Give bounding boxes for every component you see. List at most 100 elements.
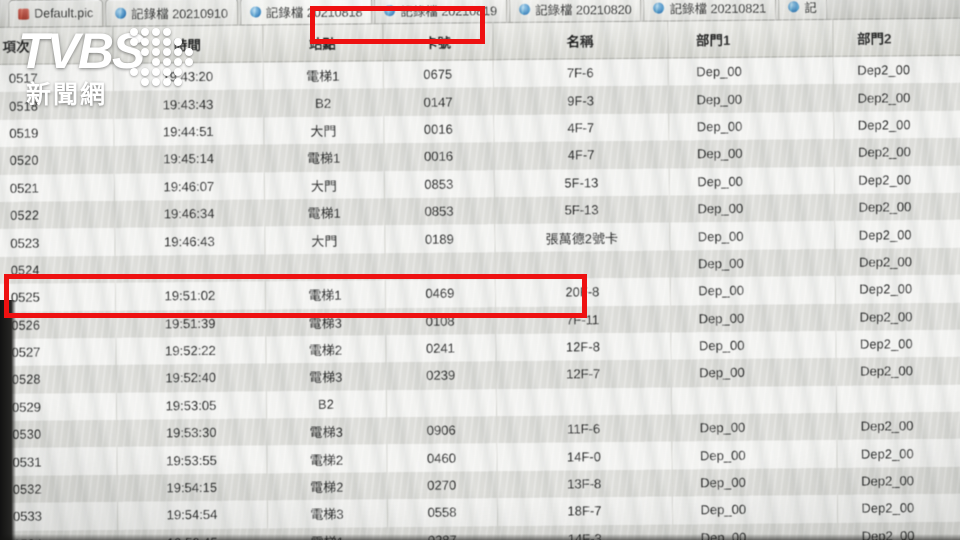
row-cell-time: 19:51:02	[114, 281, 266, 311]
row-cell-site: 大門	[263, 116, 384, 145]
row-cell-index: 0520	[0, 146, 114, 175]
tab-log-20210819[interactable]: 記錄檔 20210819	[374, 0, 508, 24]
row-cell-site: 大門	[264, 225, 385, 255]
row-cell-name: 5F-13	[493, 195, 670, 225]
row-cell-time: 19:43:43	[112, 89, 264, 119]
row-cell-site: 電梯1	[262, 60, 383, 90]
col-header-dept1[interactable]: 部門1	[667, 19, 833, 59]
row-cell-time: 19:46:07	[113, 171, 264, 201]
globe-icon	[384, 4, 396, 16]
row-cell-dept1: Dep_00	[671, 495, 838, 525]
row-cell-name: 18F-7	[496, 496, 673, 526]
row-cell-time: 19:56:45	[117, 528, 268, 540]
row-cell-time: 19:44:51	[113, 117, 264, 147]
row-cell-card: 0016	[383, 114, 494, 144]
col-header-dept2[interactable]: 部門2	[832, 18, 960, 57]
row-cell-site: 電梯1	[264, 280, 386, 309]
globe-icon	[249, 5, 261, 18]
tab-log-20210818[interactable]: 記錄檔 20210818	[239, 0, 373, 25]
row-cell-card: 0287	[387, 525, 498, 540]
row-cell-site: 電梯3	[266, 417, 387, 446]
tab-label: 記錄檔 20210819	[400, 3, 498, 19]
row-cell-index: 0534	[0, 529, 118, 540]
row-cell-index: 0518	[0, 91, 114, 120]
row-cell-dept2: Dep2_00	[832, 54, 960, 85]
row-cell-dept1: Dep_00	[672, 522, 838, 540]
row-cell-name: 4F-7	[493, 140, 669, 170]
row-cell-time: 19:46:43	[114, 226, 265, 256]
row-cell-index: 0525	[0, 282, 116, 312]
table-body: 0517 19:43:20 電梯1 0675 7F-6 Dep_00 Dep2_00 0518…	[0, 54, 960, 540]
row-cell-card: 0016	[383, 142, 494, 171]
row-cell-time: 19:54:54	[116, 500, 268, 530]
row-cell-time: 19:46:34	[113, 199, 265, 229]
tab-log-partial[interactable]: 記	[778, 0, 827, 20]
tab-label: 記	[804, 0, 817, 15]
row-cell-name: 7F-6	[492, 58, 668, 88]
row-cell-card: 0270	[386, 471, 497, 500]
row-cell-time: 19:52:40	[115, 363, 266, 393]
row-cell-index: 0517	[0, 63, 113, 93]
row-cell-name: 7F-11	[495, 305, 671, 335]
row-cell-name: 20F-8	[494, 277, 671, 307]
row-cell-index: 0522	[0, 200, 115, 230]
row-cell-time: 19:53:55	[116, 445, 267, 475]
tab-log-20210910[interactable]: 記錄檔 20210910	[105, 0, 238, 26]
row-cell-index: 0521	[0, 173, 114, 202]
col-header-name[interactable]: 名稱	[492, 21, 668, 60]
row-cell-index: 0531	[0, 447, 117, 476]
col-header-time[interactable]: 時間	[112, 25, 263, 64]
row-cell-site: 電梯2	[265, 335, 386, 364]
col-header-site[interactable]: 站點	[262, 24, 383, 62]
row-cell-name: 14F-3	[497, 524, 673, 540]
row-cell-dept1: Dep_00	[670, 358, 836, 388]
tab-log-20210821[interactable]: 記錄檔 20210821	[643, 0, 777, 21]
tab-label: Default.pic	[34, 6, 94, 21]
row-cell-name	[494, 250, 670, 280]
row-cell-site: 電梯1	[263, 143, 384, 172]
row-cell-dept1: Dep_00	[668, 139, 834, 169]
row-cell-dept1: Dep_00	[668, 193, 835, 223]
row-cell-site	[264, 252, 385, 282]
globe-icon	[653, 2, 665, 14]
col-header-card[interactable]: 卡號	[382, 23, 493, 61]
row-cell-name: 13F-8	[496, 469, 672, 499]
col-header-index[interactable]: 項次	[0, 26, 113, 65]
row-cell-index: 0533	[0, 502, 118, 531]
row-cell-name: 張萬德2號卡	[494, 222, 670, 252]
row-cell-dept2: Dep2_00	[834, 274, 960, 304]
row-cell-index: 0528	[0, 365, 116, 394]
row-cell-dept2: Dep2_00	[836, 411, 960, 441]
row-cell-card: 0675	[382, 59, 493, 89]
row-cell-time: 19:53:30	[116, 418, 267, 448]
row-cell-dept2: Dep2_00	[835, 301, 960, 331]
row-cell-dept1: Dep_00	[669, 276, 836, 306]
row-cell-index: 0530	[0, 419, 117, 449]
row-cell-index: 0526	[0, 310, 116, 339]
row-cell-dept2: Dep2_00	[832, 82, 960, 112]
row-cell-dept2: Dep2_00	[836, 493, 960, 523]
row-cell-dept2: Dep2_00	[833, 192, 960, 222]
row-cell-card: 0853	[383, 169, 494, 199]
tab-label: 記錄檔 20210821	[669, 1, 767, 16]
row-cell-time: 19:43:20	[112, 61, 263, 92]
access-log-table: 項次 時間 站點 卡號 名稱 部門1 部門2 0517 19:43:20 電梯1 06…	[0, 18, 960, 540]
row-cell-site: 電梯1	[263, 198, 385, 227]
row-cell-card: 0469	[384, 279, 496, 308]
row-cell-card: 0239	[385, 361, 496, 390]
row-cell-index: 0532	[0, 474, 117, 504]
row-cell-name: 12F-8	[495, 332, 671, 362]
row-cell-card	[384, 251, 495, 281]
row-cell-card	[385, 388, 497, 418]
row-cell-index: 0527	[0, 337, 116, 367]
tab-label: 記錄檔 20210818	[265, 4, 363, 20]
tab-log-20210820[interactable]: 記錄檔 20210820	[508, 0, 642, 23]
row-cell-site: 電梯3	[266, 499, 388, 529]
row-cell-dept2: Dep2_00	[833, 110, 960, 140]
row-cell-dept1: Dep_00	[671, 440, 837, 470]
row-cell-site: B2	[262, 88, 384, 118]
row-cell-index: 0523	[0, 228, 115, 257]
tab-default-pic[interactable]: Default.pic	[8, 0, 104, 27]
row-cell-name: 5F-13	[493, 168, 669, 198]
globe-icon	[518, 3, 531, 15]
